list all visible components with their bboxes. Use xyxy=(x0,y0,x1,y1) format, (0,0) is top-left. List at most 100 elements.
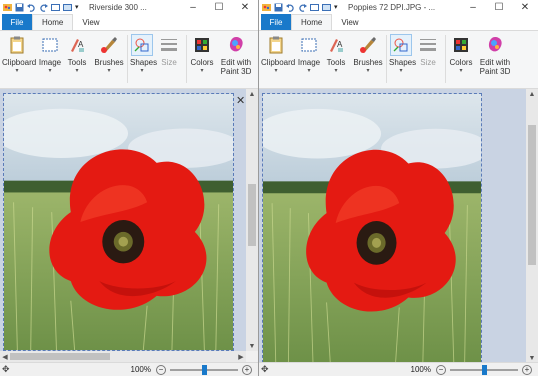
horizontal-scrollbar[interactable]: ◀ ▶ xyxy=(0,351,246,362)
tab-file[interactable]: File xyxy=(2,14,32,30)
colors-icon xyxy=(451,35,471,55)
poppy-photo[interactable] xyxy=(3,93,234,351)
window-icon[interactable] xyxy=(51,3,60,12)
paint3d-icon xyxy=(485,35,505,55)
move-icon: ✥ xyxy=(261,364,269,374)
brushes-group[interactable]: Brushes ▾ xyxy=(353,33,383,75)
image-group[interactable]: Image ▾ xyxy=(38,33,62,75)
shapes-icon xyxy=(390,34,412,56)
tab-view[interactable]: View xyxy=(332,14,367,30)
size-group[interactable]: Size xyxy=(417,33,439,67)
undo-icon[interactable] xyxy=(286,3,295,12)
scroll-thumb[interactable] xyxy=(528,125,536,265)
zoom-slider-knob[interactable] xyxy=(202,364,207,375)
shapes-group[interactable]: Shapes ▾ xyxy=(389,33,416,75)
zoom-slider[interactable] xyxy=(170,364,238,375)
maximize-button[interactable]: ☐ xyxy=(486,0,512,14)
scroll-thumb[interactable] xyxy=(10,353,110,360)
tab-home[interactable]: Home xyxy=(32,14,74,30)
redo-icon[interactable] xyxy=(39,3,48,12)
shapes-icon xyxy=(131,34,153,56)
brushes-group[interactable]: Brushes ▾ xyxy=(94,33,124,75)
poppy-image xyxy=(4,94,233,350)
ribbon-tabs: File Home View xyxy=(0,14,258,31)
size-group[interactable]: Size xyxy=(158,33,180,67)
minimize-button[interactable]: – xyxy=(460,0,486,14)
size-icon xyxy=(418,35,438,55)
paint3d-icon xyxy=(226,35,246,55)
zoom-in-button[interactable]: + xyxy=(522,364,532,375)
tools-group[interactable]: A Tools ▾ xyxy=(325,33,347,75)
quick-access-toolbar: ▾ xyxy=(259,3,343,12)
svg-text:A: A xyxy=(337,40,343,49)
tab-home[interactable]: Home xyxy=(291,14,333,30)
tab-file[interactable]: File xyxy=(261,14,291,30)
ribbon-tabs: File Home View xyxy=(259,14,538,31)
clipboard-group[interactable]: Clipboard ▾ xyxy=(2,33,36,75)
zoom-slider[interactable] xyxy=(450,364,518,375)
zoom-level: 100% xyxy=(410,365,431,374)
image-group[interactable]: Image ▾ xyxy=(297,33,321,75)
paint3d-group[interactable]: Edit with Paint 3D xyxy=(218,33,254,76)
clipboard-icon xyxy=(266,35,286,55)
window-controls: – ☐ ✕ xyxy=(180,0,258,14)
canvas-area[interactable] xyxy=(0,89,246,351)
ribbon-separator xyxy=(127,35,128,83)
vertical-scrollbar[interactable]: ▲ ▼ xyxy=(246,89,258,351)
vertical-scrollbar[interactable]: ▲ ▼ xyxy=(526,89,538,363)
scroll-right-icon[interactable]: ▶ xyxy=(236,351,246,362)
ribbon-separator xyxy=(386,35,387,83)
canvas-area[interactable] xyxy=(259,89,526,363)
redo-icon[interactable] xyxy=(298,3,307,12)
zoom-slider-knob[interactable] xyxy=(482,364,487,375)
title-bar: ▾ Riverside 300 ... – ☐ ✕ xyxy=(0,0,258,14)
scroll-up-icon[interactable]: ▲ xyxy=(526,89,538,99)
tab-view[interactable]: View xyxy=(73,14,108,30)
close-button[interactable]: ✕ xyxy=(232,0,258,14)
status-bar: ✥ 100% − + xyxy=(259,362,538,376)
colors-group[interactable]: Colors ▾ xyxy=(449,33,473,75)
scroll-thumb[interactable] xyxy=(248,184,256,246)
paint-app-icon xyxy=(3,3,12,12)
window-controls: – ☐ ✕ xyxy=(460,0,538,14)
customize-qa-icon[interactable]: ▾ xyxy=(75,3,84,12)
clipboard-group[interactable]: Clipboard ▾ xyxy=(261,33,295,75)
zoom-in-button[interactable]: + xyxy=(242,364,252,375)
tools-icon: A xyxy=(326,35,346,55)
ribbon: Clipboard ▾ Image ▾ A Tools ▾ Brushes ▾ … xyxy=(259,31,538,89)
save-icon[interactable] xyxy=(274,3,283,12)
scroll-down-icon[interactable]: ▼ xyxy=(246,341,258,351)
undo-icon[interactable] xyxy=(27,3,36,12)
window-icon[interactable] xyxy=(310,3,319,12)
colors-group[interactable]: Colors ▾ xyxy=(190,33,214,75)
close-icon[interactable]: ✕ xyxy=(236,94,245,107)
image-select-icon xyxy=(299,35,319,55)
maximize-button[interactable]: ☐ xyxy=(206,0,232,14)
save-icon[interactable] xyxy=(15,3,24,12)
shapes-group[interactable]: Shapes ▾ xyxy=(130,33,157,75)
zoom-level: 100% xyxy=(130,365,151,374)
zoom-out-button[interactable]: − xyxy=(156,364,166,375)
zoom-out-button[interactable]: − xyxy=(436,364,446,375)
window-title: Riverside 300 ... xyxy=(89,2,147,12)
close-button[interactable]: ✕ xyxy=(512,0,538,14)
paint-app-icon xyxy=(262,3,271,12)
scroll-up-icon[interactable]: ▲ xyxy=(246,89,258,99)
ribbon: Clipboard ▾ Image ▾ A Tools ▾ Brushes ▾ … xyxy=(0,31,258,89)
poppy-image xyxy=(263,94,481,362)
ribbon-separator xyxy=(186,35,187,83)
poppy-photo[interactable] xyxy=(262,93,482,363)
scroll-left-icon[interactable]: ◀ xyxy=(0,351,10,362)
paint3d-group[interactable]: Edit with Paint 3D xyxy=(477,33,513,76)
move-icon: ✥ xyxy=(2,364,10,374)
paint-window-right: ▾ Poppies 72 DPI.JPG - ... – ☐ ✕ File Ho… xyxy=(258,0,538,376)
image-select-icon xyxy=(40,35,60,55)
customize-qa-icon[interactable]: ▾ xyxy=(334,3,343,12)
image-icon[interactable] xyxy=(63,3,72,12)
ribbon-separator xyxy=(445,35,446,83)
image-icon[interactable] xyxy=(322,3,331,12)
tools-group[interactable]: A Tools ▾ xyxy=(66,33,88,75)
window-title: Poppies 72 DPI.JPG - ... xyxy=(348,2,436,12)
tools-icon: A xyxy=(67,35,87,55)
minimize-button[interactable]: – xyxy=(180,0,206,14)
